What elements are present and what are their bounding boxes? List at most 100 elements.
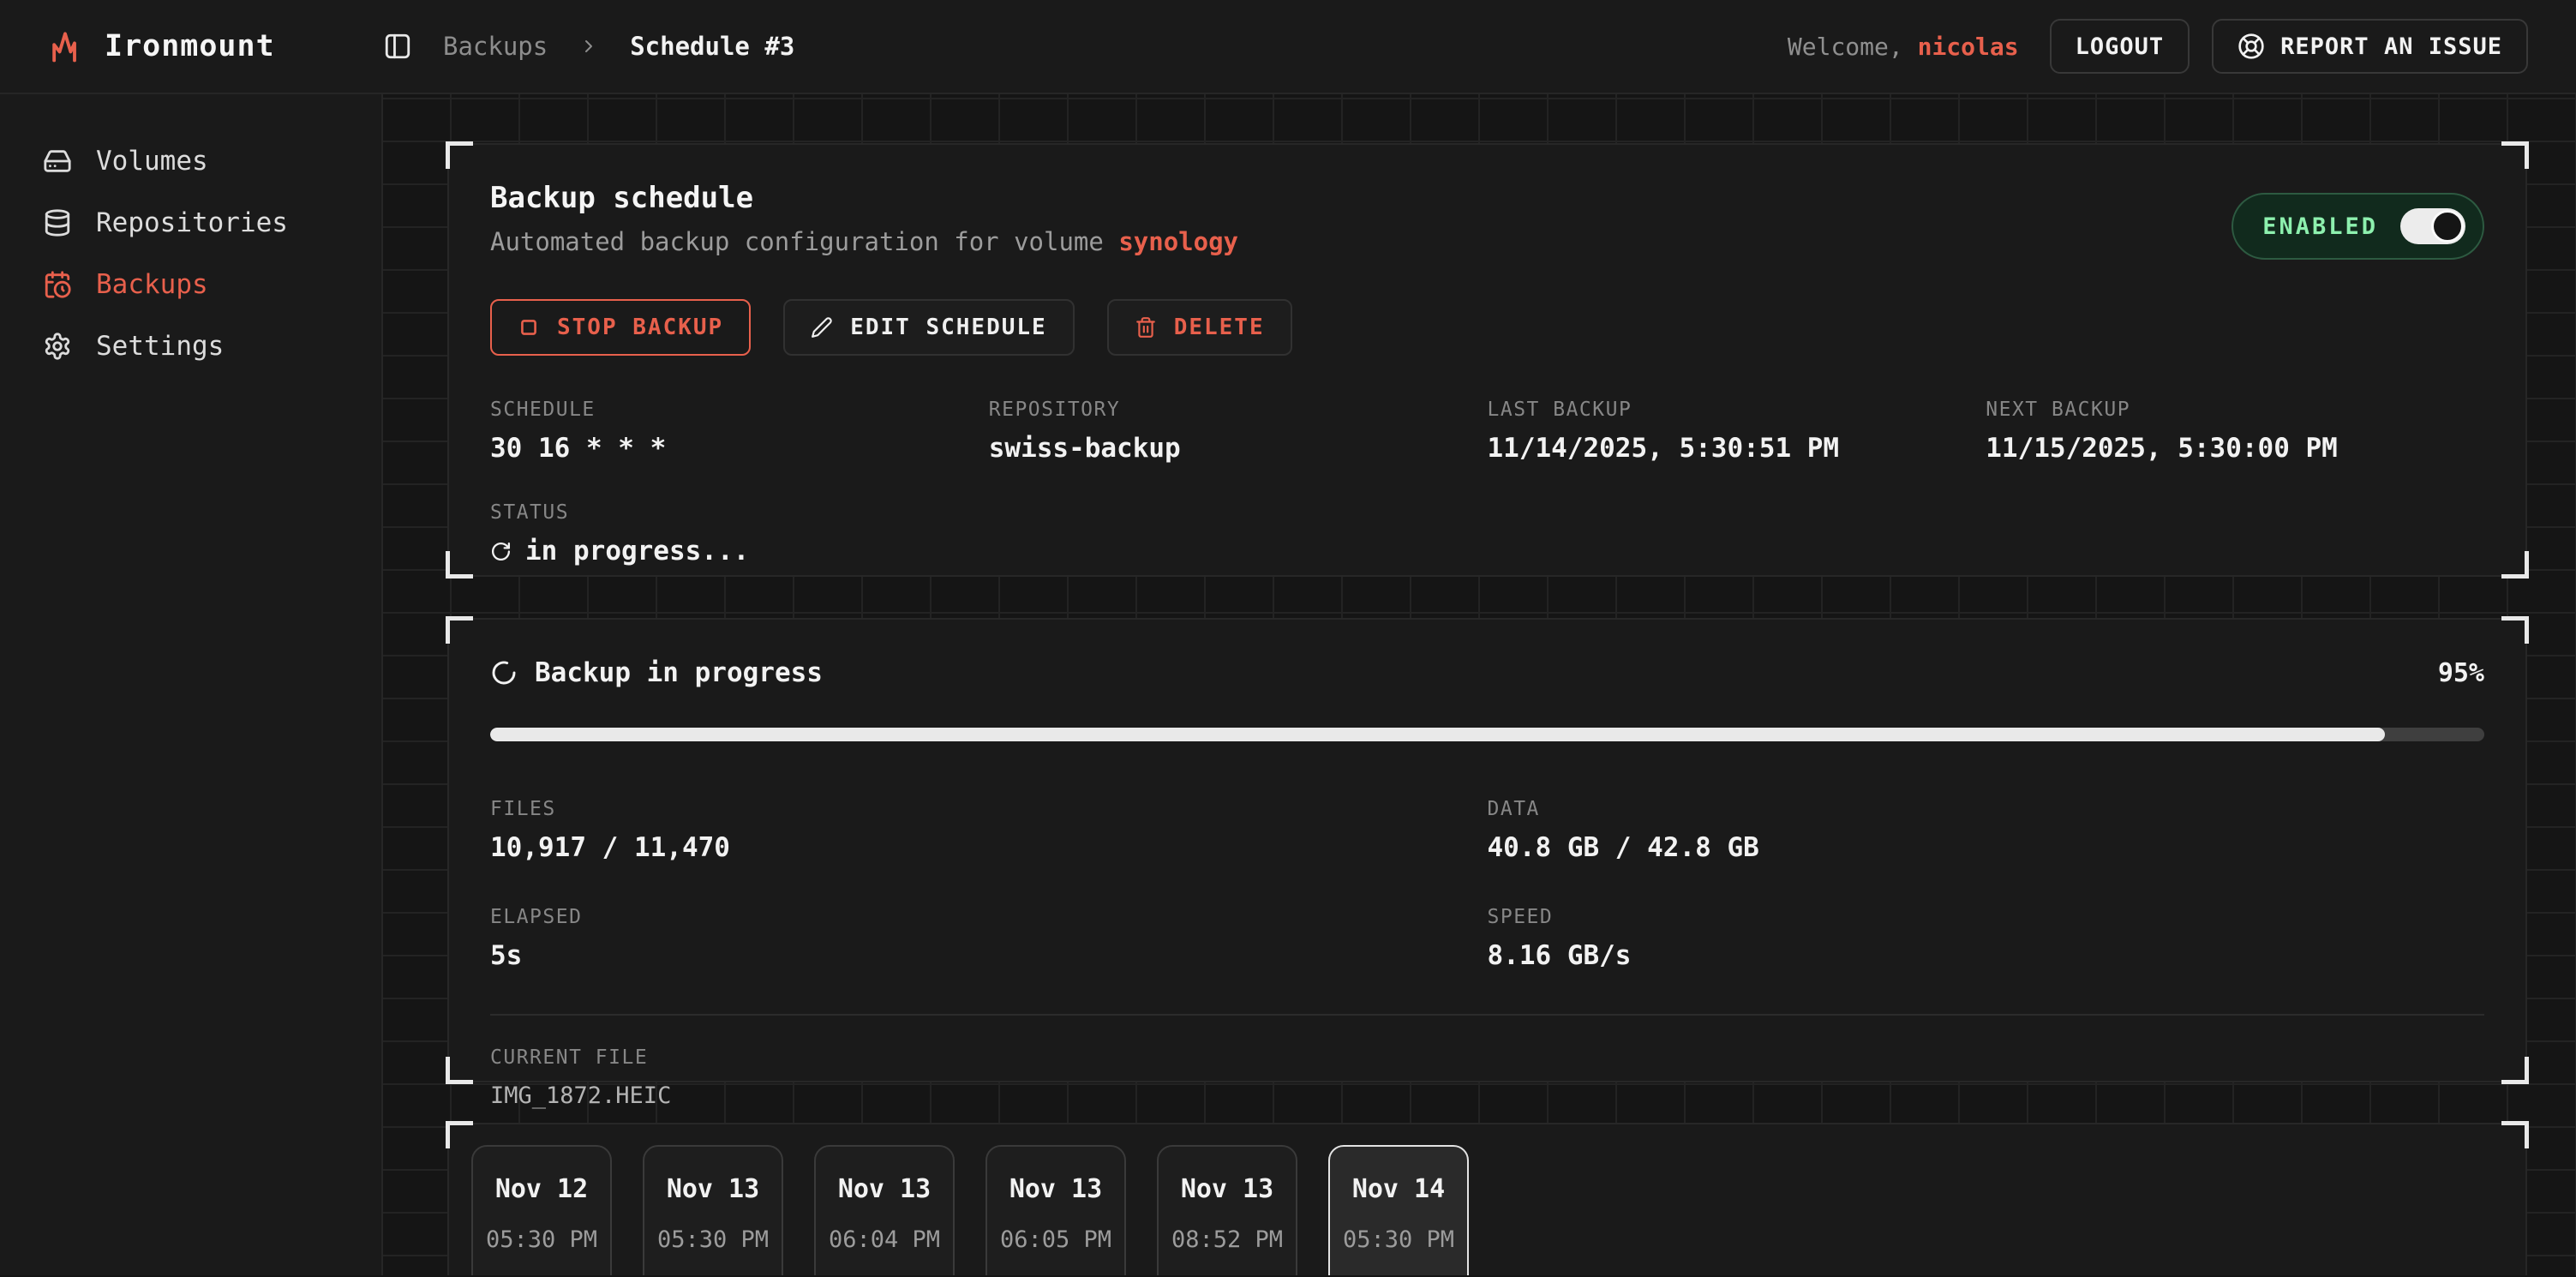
history-item[interactable]: Nov 13 06:04 PM 92.2 GB bbox=[814, 1145, 955, 1275]
delete-label: DELETE bbox=[1174, 315, 1265, 340]
corner-bracket bbox=[2501, 141, 2529, 169]
current-file-block: CURRENT FILE IMG_1872.HEIC bbox=[490, 1046, 2484, 1109]
edit-schedule-button[interactable]: EDIT SCHEDULE bbox=[783, 299, 1075, 356]
stat-speed: SPEED 8.16 GB/s bbox=[1488, 906, 2485, 971]
history-date: Nov 13 bbox=[1159, 1174, 1296, 1204]
stop-square-icon bbox=[518, 316, 540, 339]
sidebar-item-repositories[interactable]: Repositories bbox=[0, 192, 381, 254]
card-title: Backup schedule bbox=[490, 181, 1238, 215]
field-last-backup: LAST BACKUP 11/14/2025, 5:30:51 PM bbox=[1488, 399, 1986, 464]
corner-bracket bbox=[446, 141, 473, 169]
gear-icon bbox=[43, 332, 72, 361]
sidebar-item-backups[interactable]: Backups bbox=[0, 254, 381, 315]
corner-bracket bbox=[2501, 551, 2529, 579]
stat-label: SPEED bbox=[1488, 906, 2485, 928]
history-time: 06:04 PM bbox=[816, 1226, 953, 1253]
stat-label: FILES bbox=[490, 798, 1488, 820]
status-block: STATUS in progress... bbox=[490, 501, 2484, 567]
schedule-fields: SCHEDULE 30 16 * * * REPOSITORY swiss-ba… bbox=[490, 399, 2484, 464]
mountain-logo-icon bbox=[46, 27, 84, 65]
panel-left-icon[interactable] bbox=[383, 32, 412, 61]
logout-label: LOGOUT bbox=[2076, 33, 2165, 60]
corner-bracket bbox=[446, 1057, 473, 1084]
progress-bar-fill bbox=[490, 728, 2385, 741]
stat-label: DATA bbox=[1488, 798, 2485, 820]
sidebar: Volumes Repositories Backups bbox=[0, 94, 383, 1275]
field-next-backup: NEXT BACKUP 11/15/2025, 5:30:00 PM bbox=[1986, 399, 2484, 464]
stat-value: 40.8 GB / 42.8 GB bbox=[1488, 832, 2485, 863]
logout-button[interactable]: LOGOUT bbox=[2050, 19, 2190, 74]
sidebar-item-settings[interactable]: Settings bbox=[0, 315, 381, 377]
enabled-label: ENABLED bbox=[2262, 213, 2378, 240]
progress-stats: FILES 10,917 / 11,470 DATA 40.8 GB / 42.… bbox=[490, 798, 2484, 971]
field-repository: REPOSITORY swiss-backup bbox=[989, 399, 1488, 464]
stat-value: 10,917 / 11,470 bbox=[490, 832, 1488, 863]
backup-progress-card: Backup in progress 95% FILES 10,917 / 11… bbox=[447, 618, 2527, 1082]
field-label: REPOSITORY bbox=[989, 399, 1488, 421]
stat-data: DATA 40.8 GB / 42.8 GB bbox=[1488, 798, 2485, 863]
topbar-right: Welcome, nicolas LOGOUT REPORT AN ISSUE bbox=[1788, 19, 2528, 74]
delete-button[interactable]: DELETE bbox=[1107, 299, 1292, 356]
history-date: Nov 13 bbox=[987, 1174, 1124, 1204]
field-value: swiss-backup bbox=[989, 433, 1488, 464]
breadcrumb-section[interactable]: Backups bbox=[443, 32, 548, 61]
history-row: Nov 12 05:30 PM 92.2 GB Nov 13 05:30 PM … bbox=[471, 1145, 2503, 1275]
sidebar-item-label: Repositories bbox=[96, 207, 288, 238]
history-item[interactable]: Nov 13 05:30 PM 92.2 GB bbox=[643, 1145, 783, 1275]
hard-drive-icon bbox=[43, 147, 72, 176]
sidebar-item-volumes[interactable]: Volumes bbox=[0, 130, 381, 192]
history-time: 05:30 PM bbox=[644, 1226, 782, 1253]
sidebar-item-label: Backups bbox=[96, 269, 208, 300]
corner-bracket bbox=[2501, 1057, 2529, 1084]
enabled-toggle[interactable] bbox=[2400, 208, 2465, 244]
current-file-label: CURRENT FILE bbox=[490, 1046, 2484, 1069]
corner-bracket bbox=[446, 551, 473, 579]
backup-history-card: Nov 12 05:30 PM 92.2 GB Nov 13 05:30 PM … bbox=[447, 1123, 2527, 1275]
field-value: 30 16 * * * bbox=[490, 433, 989, 464]
field-label: NEXT BACKUP bbox=[1986, 399, 2484, 421]
stat-label: ELAPSED bbox=[490, 906, 1488, 928]
history-item[interactable]: Nov 13 06:05 PM 92.2 GB bbox=[985, 1145, 1126, 1275]
progress-bar bbox=[490, 728, 2484, 741]
sidebar-item-label: Volumes bbox=[96, 146, 208, 177]
stat-files: FILES 10,917 / 11,470 bbox=[490, 798, 1488, 863]
divider bbox=[490, 1014, 2484, 1016]
report-issue-label: REPORT AN ISSUE bbox=[2280, 33, 2502, 60]
corner-bracket bbox=[2501, 616, 2529, 644]
current-file-value: IMG_1872.HEIC bbox=[490, 1082, 2484, 1109]
stat-value: 5s bbox=[490, 940, 1488, 971]
username: nicolas bbox=[1918, 33, 2019, 61]
subtitle-prefix: Automated backup configuration for volum… bbox=[490, 227, 1118, 256]
field-value: 11/14/2025, 5:30:51 PM bbox=[1488, 433, 1986, 464]
history-date: Nov 14 bbox=[1330, 1174, 1467, 1204]
progress-title: Backup in progress bbox=[490, 657, 823, 688]
corner-bracket bbox=[2501, 1121, 2529, 1148]
trash-icon bbox=[1135, 316, 1157, 339]
schedule-heading: Backup schedule Automated backup configu… bbox=[490, 181, 1238, 256]
history-item[interactable]: Nov 13 08:52 PM 92.2 GB bbox=[1157, 1145, 1297, 1275]
stop-backup-button[interactable]: STOP BACKUP bbox=[490, 299, 751, 356]
report-issue-button[interactable]: REPORT AN ISSUE bbox=[2212, 19, 2528, 74]
app-title: Ironmount bbox=[105, 29, 275, 63]
progress-title-text: Backup in progress bbox=[535, 657, 823, 688]
backup-schedule-card: Backup schedule Automated backup configu… bbox=[447, 143, 2527, 577]
history-item[interactable]: Nov 12 05:30 PM 92.2 GB bbox=[471, 1145, 612, 1275]
field-label: LAST BACKUP bbox=[1488, 399, 1986, 421]
history-item-selected[interactable]: Nov 14 05:30 PM 92.2 GB bbox=[1328, 1145, 1469, 1275]
loader-spinner-icon bbox=[490, 659, 518, 686]
main-content: Backup schedule Automated backup configu… bbox=[383, 94, 2576, 1275]
corner-bracket bbox=[446, 616, 473, 644]
lifebuoy-icon bbox=[2238, 33, 2265, 60]
card-subtitle: Automated backup configuration for volum… bbox=[490, 227, 1238, 256]
history-time: 08:52 PM bbox=[1159, 1226, 1296, 1253]
corner-bracket bbox=[446, 1121, 473, 1148]
welcome-text: Welcome, nicolas bbox=[1788, 33, 2019, 61]
history-date: Nov 13 bbox=[816, 1174, 953, 1204]
stat-value: 8.16 GB/s bbox=[1488, 940, 2485, 971]
calendar-clock-icon bbox=[43, 270, 72, 299]
breadcrumb-current: Schedule #3 bbox=[630, 32, 794, 61]
history-time: 05:30 PM bbox=[1330, 1226, 1467, 1253]
brand: Ironmount bbox=[46, 27, 383, 65]
enabled-pill: ENABLED bbox=[2232, 193, 2484, 260]
progress-percent: 95% bbox=[2438, 658, 2484, 688]
